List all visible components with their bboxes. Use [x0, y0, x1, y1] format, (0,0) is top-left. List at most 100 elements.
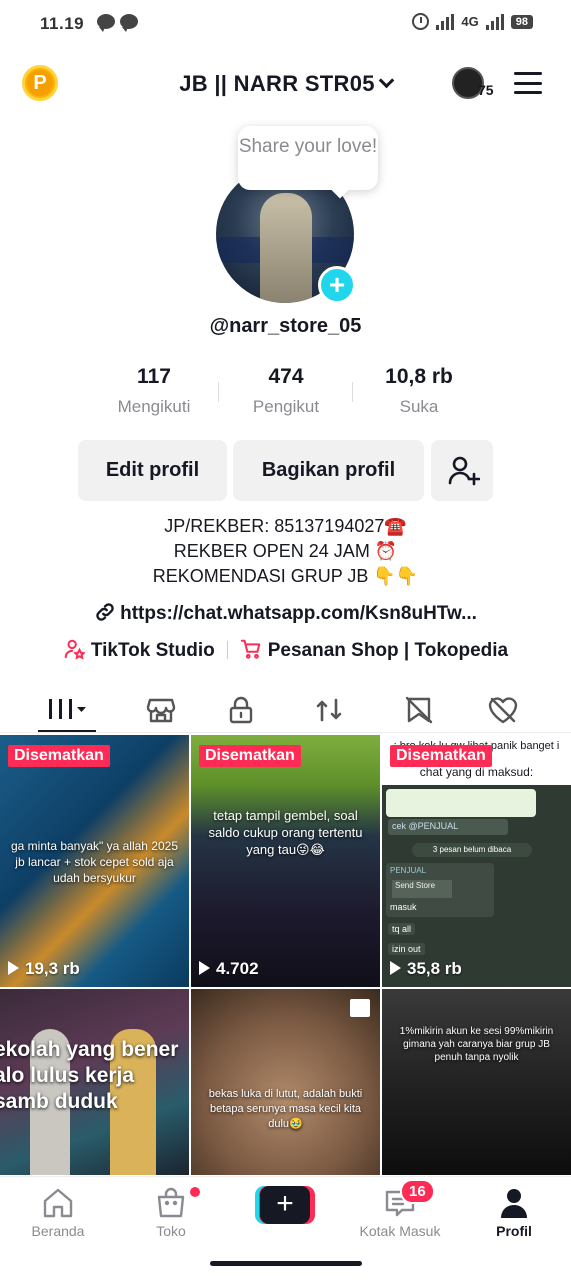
nav-profile-label: Profil — [496, 1223, 532, 1239]
video-tile[interactable]: Disematkan tetap tampil gembel, soal sal… — [191, 735, 380, 987]
profile-handle: @narr_store_05 — [209, 315, 362, 337]
stat-followers-label: Pengikut — [252, 397, 320, 416]
account-title: JB || NARR STR05 — [179, 71, 375, 96]
repost-icon — [316, 698, 342, 722]
tab-shop[interactable] — [131, 688, 191, 732]
bio-line: JP/REKBER: 85137194027☎️ — [164, 516, 407, 536]
profile-stats: 117 Mengikuti 474 Pengikut 10,8 rb Suka — [0, 365, 571, 425]
nav-home-label: Beranda — [31, 1223, 85, 1239]
chat-notification-icon — [120, 14, 138, 32]
bio-line: REKBER OPEN 24 JAM ⏰ — [173, 541, 398, 561]
chat-line: izin out — [388, 943, 425, 955]
bio-link-text: https://chat.whatsapp.com/Ksn8uHTw... — [120, 603, 477, 624]
bag-icon — [157, 1187, 185, 1218]
video-caption: ga minta banyak" ya allah 2025 jb lancar… — [10, 839, 179, 885]
stat-likes-label: Suka — [399, 397, 439, 416]
video-tile[interactable]: bekas luka di lutut, adalah bukti betapa… — [191, 989, 380, 1175]
lock-icon — [229, 696, 253, 724]
tab-repost[interactable] — [299, 688, 359, 732]
view-count: 35,8 rb — [390, 959, 462, 979]
add-story-icon[interactable]: + — [318, 266, 356, 304]
share-love-tooltip: Share your love! — [238, 126, 378, 190]
battery-icon: 98 — [510, 14, 533, 29]
stat-following-label: Mengikuti — [117, 397, 191, 416]
video-tile[interactable]: Disematkan ga minta banyak" ya allah 202… — [0, 735, 189, 987]
tab-videos[interactable] — [38, 688, 96, 732]
create-button[interactable]: + — [255, 1186, 315, 1224]
add-user-icon — [448, 456, 480, 486]
stat-likes-value: 10,8 rb — [385, 365, 453, 388]
video-tile[interactable]: : bro kok lu gw lihat panik banget i doa… — [382, 735, 571, 987]
signal-icon — [436, 13, 455, 30]
nav-shop-label: Toko — [156, 1223, 186, 1239]
chat-store: Send Store — [392, 880, 452, 898]
videos-icon — [49, 699, 86, 719]
link-icon — [96, 603, 114, 621]
profile-icon — [501, 1189, 527, 1218]
chat-unread: 3 pesan belum dibaca — [412, 843, 532, 857]
stat-following-value: 117 — [137, 365, 171, 388]
video-tile[interactable]: 1%mikirin akun ke sesi 99%mikirin gimana… — [382, 989, 571, 1175]
play-icon — [8, 961, 19, 975]
menu-icon[interactable] — [514, 72, 542, 94]
play-icon — [199, 961, 210, 975]
studio-icon — [64, 639, 86, 660]
alarm-icon — [412, 13, 430, 30]
plus-icon: + — [260, 1186, 310, 1224]
pinned-badge: Disematkan — [390, 745, 492, 767]
profile-header: P JB || NARR STR05 75 — [0, 60, 571, 110]
chat-bubble: cek @PENJUAL — [388, 819, 508, 835]
notification-icons — [97, 14, 138, 32]
video-caption: 1%mikirin akun ke sesi 99%mikirin gimana… — [399, 1026, 554, 1063]
pinned-badge: Disematkan — [8, 745, 110, 767]
video-tile[interactable]: ekolah yang bener alo lulus kerja samb d… — [0, 989, 189, 1175]
nav-home[interactable]: Beranda — [3, 1187, 113, 1239]
chat-line: tq all — [388, 923, 416, 935]
status-bar: 11.19 4G 98 — [0, 0, 571, 48]
stat-following[interactable]: 117 Mengikuti — [84, 365, 224, 417]
chat-line: masuk — [390, 902, 417, 912]
video-caption: chat yang di maksud: — [419, 765, 534, 779]
video-caption: bekas luka di lutut, adalah bukti betapa… — [208, 1088, 363, 1130]
video-caption: ekolah yang bener alo lulus kerja samb d… — [0, 1038, 179, 1113]
saved-icon — [405, 696, 433, 724]
bio-link[interactable]: https://chat.whatsapp.com/Ksn8uHTw... — [0, 601, 571, 625]
nav-shop[interactable]: Toko — [116, 1187, 226, 1239]
content-tabs — [0, 688, 571, 733]
add-friend-button[interactable] — [431, 440, 493, 501]
bottom-nav: Beranda Toko + Kotak Masuk 16 Profil — [0, 1176, 571, 1280]
profile-bio: JP/REKBER: 85137194027☎️ REKBER OPEN 24 … — [0, 514, 571, 589]
profile-tools: TikTok Studio Pesanan Shop | Tokopedia — [0, 638, 571, 662]
tiktok-studio-label: TikTok Studio — [90, 640, 215, 661]
stat-followers-value: 474 — [268, 365, 304, 388]
view-count: 4.702 — [199, 959, 259, 979]
stat-followers[interactable]: 474 Pengikut — [216, 365, 356, 417]
chat-notification-icon — [97, 14, 115, 32]
tab-private[interactable] — [211, 688, 271, 732]
shop-notification-dot — [190, 1187, 200, 1197]
cart-icon — [240, 639, 260, 659]
inbox-badge: 16 — [400, 1179, 435, 1204]
story-count: 75 — [478, 82, 494, 98]
nav-inbox-label: Kotak Masuk — [359, 1223, 441, 1239]
tiktok-studio-link[interactable]: TikTok Studio — [63, 638, 215, 662]
network-type: 4G — [461, 14, 479, 29]
tab-saved[interactable] — [389, 688, 449, 732]
shop-orders-label: Pesanan Shop | Tokopedia — [267, 640, 509, 661]
shop-orders-link[interactable]: Pesanan Shop | Tokopedia — [240, 638, 508, 662]
photo-icon — [350, 999, 370, 1017]
pinned-badge: Disematkan — [199, 745, 301, 767]
home-icon — [43, 1188, 73, 1218]
chat-sender: PENJUAL — [390, 866, 427, 875]
view-count: 19,3 rb — [8, 959, 80, 979]
bio-line: REKOMENDASI GRUP JB 👇👇 — [152, 566, 419, 586]
edit-profile-button[interactable]: Edit profil — [78, 440, 227, 501]
share-profile-button[interactable]: Bagikan profil — [233, 440, 424, 501]
tab-liked[interactable] — [473, 688, 533, 732]
status-time: 11.19 — [40, 14, 85, 33]
nav-profile[interactable]: Profil — [459, 1187, 569, 1239]
stat-likes[interactable]: 10,8 rb Suka — [349, 365, 489, 417]
video-grid: Disematkan ga minta banyak" ya allah 202… — [0, 735, 571, 1175]
liked-icon — [488, 697, 518, 724]
home-indicator — [210, 1261, 362, 1266]
